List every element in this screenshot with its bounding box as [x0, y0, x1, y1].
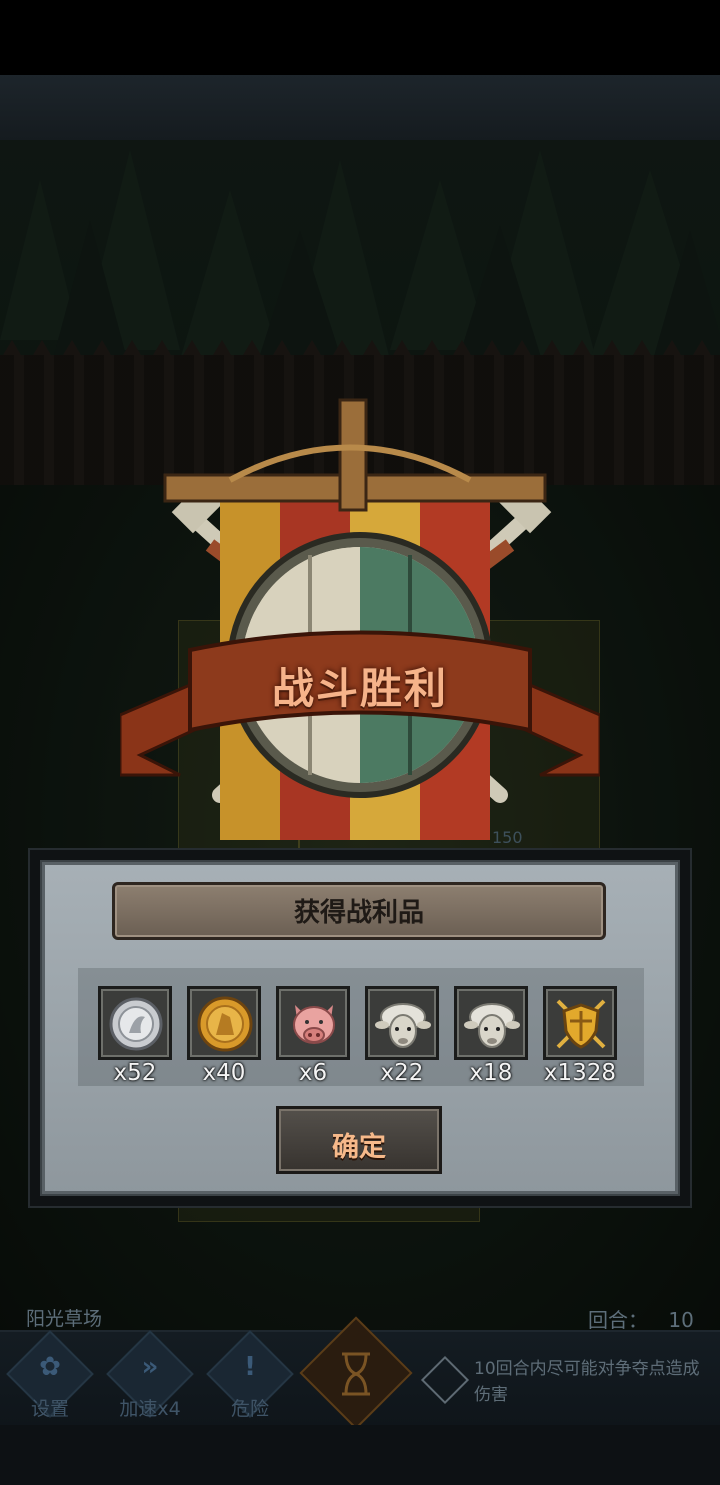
silver-coin-icon [109, 997, 163, 1051]
sheep-icon [464, 1003, 520, 1048]
round-counter: 回合： 10 [588, 1304, 694, 1333]
gear-icon: ✿ [39, 1352, 61, 1382]
sheep-icon [375, 1003, 431, 1048]
bottom-black-bar [0, 1425, 720, 1485]
objective-text: 10回合内尽可能对争夺点造成伤害 [474, 1359, 700, 1405]
confirm-button-label: 确定 [332, 1132, 386, 1163]
loot-item[interactable] [187, 986, 261, 1060]
stage-name: 阳光草场 [26, 1308, 103, 1330]
loot-item[interactable] [98, 986, 172, 1060]
victory-title: 战斗胜利 [271, 664, 448, 713]
victory-banner-emblem [120, 398, 600, 840]
loot-title: 获得战利品 [293, 898, 424, 928]
confirm-button[interactable]: 确定 [276, 1106, 442, 1174]
round-label: 回合： [588, 1308, 648, 1332]
loot-item[interactable] [543, 986, 617, 1060]
shield-emblem-icon [556, 999, 606, 1049]
loot-item[interactable] [454, 986, 528, 1060]
exclamation-icon: ! [244, 1352, 256, 1382]
loot-item-qty: x1328 [543, 1060, 617, 1086]
top-black-bar [0, 0, 720, 75]
header-band [0, 75, 720, 142]
pig-icon [293, 1005, 335, 1044]
settings-label: 设置 [30, 1398, 69, 1420]
gold-coin-icon [197, 996, 253, 1052]
round-value: 10 [668, 1308, 694, 1332]
danger-label: 危险 [230, 1398, 269, 1420]
loot-item[interactable] [276, 986, 350, 1060]
loot-item[interactable] [365, 986, 439, 1060]
speed-label: 加速x4 [119, 1398, 181, 1420]
fast-forward-icon: » [141, 1352, 159, 1382]
hourglass-icon [342, 1352, 370, 1396]
